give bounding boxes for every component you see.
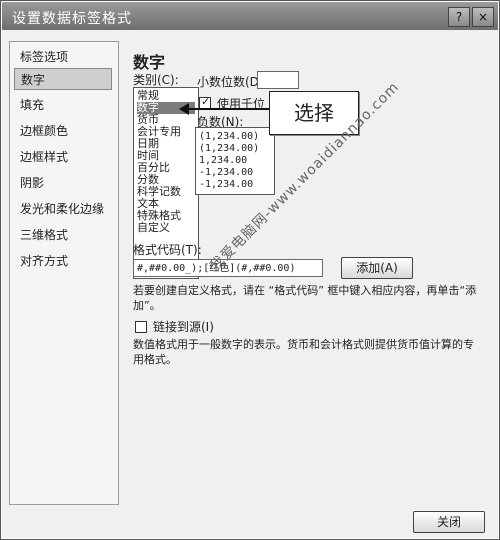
sidebar-item-glow[interactable]: 发光和柔化边缘 <box>14 198 112 220</box>
sidebar-item-shadow[interactable]: 阴影 <box>14 172 112 194</box>
negative-format-item[interactable]: 1,234.00 <box>199 155 271 166</box>
category-item[interactable]: 自定义 <box>137 222 195 234</box>
format-data-labels-dialog: 设置数据标签格式 ? × 标签选项 数字 填充 边框颜色 边框样式 阴影 发光和… <box>0 0 500 540</box>
negative-format-item[interactable]: -1,234.00 <box>199 167 271 178</box>
sidebar-item-fill[interactable]: 填充 <box>14 94 112 116</box>
close-window-button[interactable]: × <box>472 7 494 27</box>
sidebar-item-number[interactable]: 数字 <box>14 68 112 90</box>
link-to-source-checkbox[interactable] <box>135 321 147 333</box>
link-to-source-label: 链接到源(I) <box>153 320 214 334</box>
sidebar-item-3d-format[interactable]: 三维格式 <box>14 224 112 246</box>
panel-heading: 数字 <box>133 53 166 72</box>
add-button[interactable]: 添加(A) <box>341 257 413 279</box>
title-bar: 设置数据标签格式 ? × <box>2 2 498 30</box>
negative-format-item[interactable]: (1,234.00) <box>199 143 271 154</box>
sidebar-item-alignment[interactable]: 对齐方式 <box>14 250 112 272</box>
check-icon: ✓ <box>201 95 211 108</box>
negative-format-item[interactable]: -1,234.00 <box>199 179 271 190</box>
close-button[interactable]: 关闭 <box>413 511 485 533</box>
custom-format-hint: 若要创建自定义格式，请在 “格式代码” 框中键入相应内容，再单击“添加”。 <box>133 284 477 312</box>
format-code-label: 格式代码(T): <box>133 243 202 257</box>
dialog-title: 设置数据标签格式 <box>12 11 132 27</box>
negative-format-item[interactable]: (1,234.00) <box>199 131 271 142</box>
sidebar-item-border-color[interactable]: 边框颜色 <box>14 120 112 142</box>
sidebar-item-label-options[interactable]: 标签选项 <box>14 46 112 68</box>
sidebar: 标签选项 数字 填充 边框颜色 边框样式 阴影 发光和柔化边缘 三维格式 对齐方… <box>9 41 119 505</box>
negative-numbers-list[interactable]: (1,234.00) (1,234.00) 1,234.00 -1,234.00… <box>195 127 275 195</box>
sidebar-item-border-style[interactable]: 边框样式 <box>14 146 112 168</box>
category-label: 类别(C): <box>133 73 179 87</box>
callout-arrow <box>179 103 269 115</box>
help-button[interactable]: ? <box>448 7 470 27</box>
number-format-description: 数值格式用于一般数字的表示。货币和会计格式则提供货币值计算的专用格式。 <box>133 338 474 366</box>
decimal-places-spinner[interactable] <box>257 71 299 89</box>
